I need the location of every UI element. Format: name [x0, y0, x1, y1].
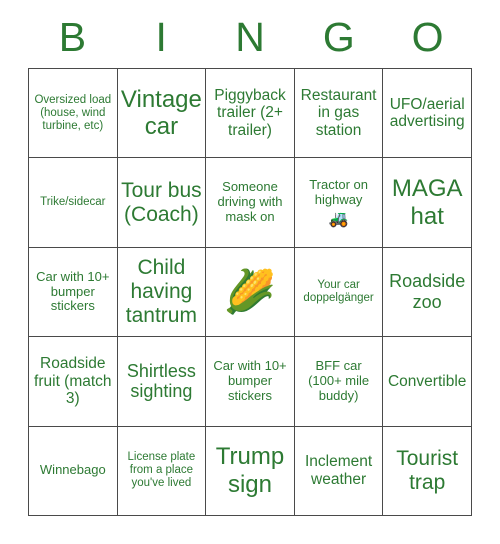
- bingo-cell-label: Tour bus (Coach): [121, 178, 202, 226]
- bingo-cell-label: Roadside zoo: [389, 271, 466, 312]
- bingo-header-letter-g: G: [322, 14, 355, 60]
- bingo-cell-label: Tractor on highway: [309, 177, 368, 208]
- bingo-cell-r4c4[interactable]: BFF car (100+ mile buddy): [294, 337, 384, 427]
- bingo-card: B I N G O Oversized load (house, wind tu…: [0, 0, 500, 544]
- bingo-cell-r3c5[interactable]: Roadside zoo: [383, 247, 472, 338]
- bingo-cell-label: BFF car (100+ mile buddy): [308, 358, 370, 403]
- bingo-cell-r2c2[interactable]: Tour bus (Coach): [117, 158, 207, 248]
- bingo-cell-r3c2[interactable]: Child having tantrum: [117, 247, 207, 338]
- bingo-cell-label: MAGA hat: [391, 175, 463, 230]
- bingo-cell-label: Vintage car: [120, 85, 202, 141]
- bingo-header-letter-o: O: [411, 14, 444, 60]
- bingo-cell-label: Someone driving with mask on: [217, 179, 283, 224]
- bingo-cell-r2c4[interactable]: Tractor on highway 🚜: [294, 158, 384, 248]
- bingo-header-letter-n: N: [235, 14, 265, 60]
- bingo-cell-label: Roadside fruit (match 3): [34, 354, 112, 408]
- bingo-cell-r5c1[interactable]: Winnebago: [29, 426, 118, 516]
- bingo-cell-label: Restaurant in gas station: [300, 86, 377, 140]
- bingo-cell-r5c2[interactable]: License plate from a place you've lived: [117, 426, 207, 516]
- bingo-cell-r2c5[interactable]: MAGA hat: [383, 158, 472, 248]
- bingo-cell-r1c1[interactable]: Oversized load (house, wind turbine, etc…: [29, 69, 118, 159]
- bingo-cell-r5c3[interactable]: Trump sign: [206, 426, 295, 516]
- bingo-header-letter-i: I: [155, 14, 167, 60]
- bingo-cell-r4c5[interactable]: Convertible: [383, 337, 472, 427]
- bingo-cell-label: Winnebago: [39, 462, 106, 478]
- bingo-cell-r4c2[interactable]: Shirtless sighting: [117, 337, 207, 427]
- bingo-cell-label: Shirtless sighting: [126, 360, 196, 402]
- bingo-cell-r1c4[interactable]: Restaurant in gas station: [294, 69, 384, 159]
- bingo-cell-label: Convertible: [387, 372, 467, 390]
- bingo-cell-label: Car with 10+ bumper stickers: [36, 268, 110, 314]
- bingo-cell-label: Oversized load (house, wind turbine, etc…: [34, 93, 112, 132]
- bingo-cell-r2c3[interactable]: Someone driving with mask on: [206, 158, 295, 248]
- bingo-cell-label: Child having tantrum: [125, 256, 197, 327]
- bingo-cell-r1c2[interactable]: Vintage car: [117, 69, 207, 159]
- bingo-cell-r4c3[interactable]: Car with 10+ bumper stickers: [206, 337, 295, 427]
- tractor-emoji: 🚜: [328, 208, 349, 228]
- bingo-cell-r3c3[interactable]: 🌽: [206, 247, 295, 338]
- bingo-cell-r1c3[interactable]: Piggyback trailer (2+ trailer): [206, 69, 295, 159]
- bingo-cell-label: Trike/sidecar: [40, 196, 106, 209]
- corn-free-space-emoji: 🌽: [223, 266, 277, 316]
- bingo-cell-r3c1[interactable]: Car with 10+ bumper stickers: [29, 247, 118, 338]
- bingo-cell-r3c4[interactable]: Your car doppelgänger: [294, 247, 384, 338]
- bingo-cell-label: Trump sign: [215, 443, 285, 498]
- bingo-cell-label: Your car doppelgänger: [303, 278, 374, 304]
- bingo-cell-r2c1[interactable]: Trike/sidecar: [29, 158, 118, 248]
- bingo-cell-label: Tourist trap: [396, 446, 459, 494]
- bingo-cell-label: Piggyback trailer (2+ trailer): [214, 86, 286, 140]
- bingo-cell-label: Inclement weather: [304, 453, 373, 488]
- bingo-cell-r1c5[interactable]: UFO/aerial advertising: [383, 69, 472, 159]
- bingo-cell-label: License plate from a place you've lived: [127, 451, 196, 490]
- bingo-header: B I N G O: [28, 0, 472, 60]
- bingo-cell-r5c5[interactable]: Tourist trap: [383, 426, 472, 516]
- bingo-cell-r4c1[interactable]: Roadside fruit (match 3): [29, 337, 118, 427]
- bingo-cell-r5c4[interactable]: Inclement weather: [294, 426, 384, 516]
- bingo-cell-label: Car with 10+ bumper stickers: [213, 358, 287, 403]
- bingo-cell-label: UFO/aerial advertising: [389, 95, 465, 131]
- bingo-grid: Oversized load (house, wind turbine, etc…: [28, 68, 472, 516]
- bingo-header-letter-b: B: [58, 14, 87, 60]
